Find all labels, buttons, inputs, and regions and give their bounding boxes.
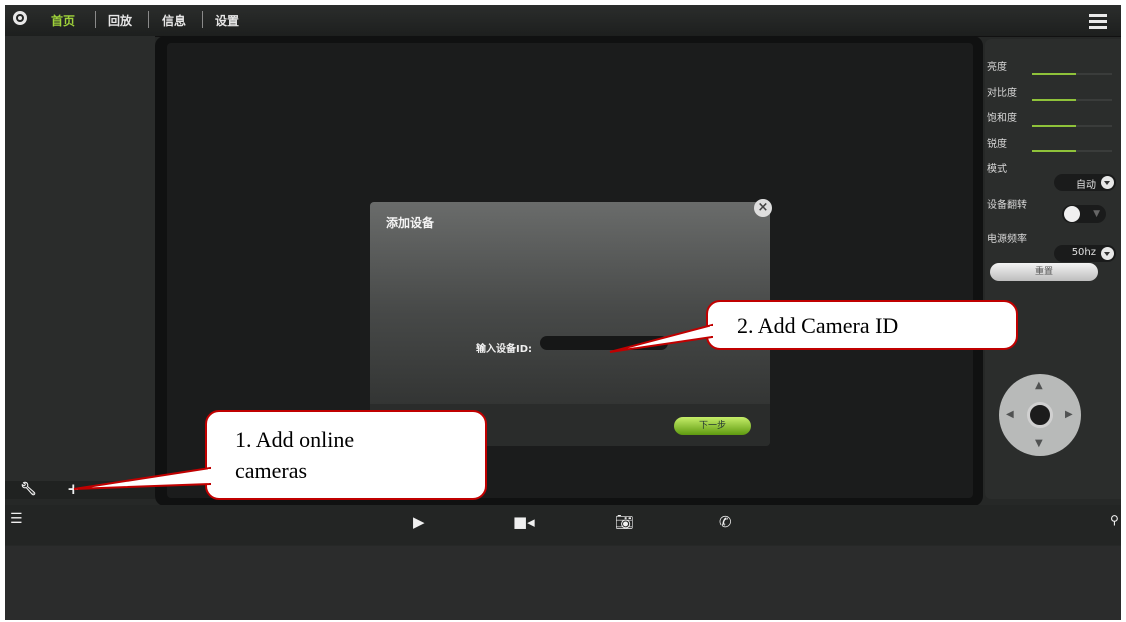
bottom-toolbar bbox=[5, 505, 1121, 545]
reset-button[interactable]: 重置 bbox=[990, 263, 1098, 281]
nav-info[interactable]: 信息 bbox=[162, 12, 186, 29]
camera-icon[interactable]: 📷︎ bbox=[615, 513, 634, 531]
power-frequency-select[interactable]: 50hz bbox=[1054, 245, 1116, 262]
dialog-title: 添加设备 bbox=[386, 216, 435, 230]
top-nav-bar: 首页 回放 信息 设置 bbox=[5, 5, 1121, 37]
nav-playback[interactable]: 回放 bbox=[108, 12, 132, 29]
nav-settings[interactable]: 设置 bbox=[215, 12, 239, 29]
device-id-label: 输入设备ID: bbox=[476, 344, 533, 355]
device-id-input[interactable] bbox=[540, 336, 668, 350]
list-icon[interactable]: ☰ bbox=[10, 511, 23, 527]
phone-icon[interactable]: ✆ bbox=[719, 513, 732, 531]
record-icon[interactable]: ■◂ bbox=[513, 513, 535, 531]
chevron-down-icon: ▼ bbox=[1093, 209, 1100, 219]
nav-divider bbox=[202, 11, 203, 28]
flip-toggle[interactable]: ▼ bbox=[1062, 205, 1106, 223]
ptz-center-button[interactable] bbox=[1027, 402, 1053, 428]
callout-add-camera-id: 2. Add Camera ID bbox=[706, 300, 1018, 350]
plus-icon[interactable]: + bbox=[67, 480, 80, 498]
mode-select[interactable]: 自动 bbox=[1054, 174, 1116, 191]
chevron-down-icon bbox=[1101, 176, 1114, 189]
bottom-panel bbox=[5, 546, 1121, 620]
saturation-slider-fill bbox=[1032, 125, 1076, 127]
location-icon[interactable]: ⚲ bbox=[1110, 513, 1119, 527]
power-frequency-value: 50hz bbox=[1071, 247, 1096, 258]
down-arrow-icon[interactable]: ▼ bbox=[1035, 438, 1043, 449]
up-arrow-icon[interactable]: ▲ bbox=[1035, 380, 1043, 391]
logo-icon bbox=[13, 11, 27, 25]
nav-home[interactable]: 首页 bbox=[51, 12, 75, 29]
wrench-icon[interactable]: 🔧︎ bbox=[20, 482, 37, 497]
power-frequency-label: 电源频率 bbox=[987, 234, 1027, 245]
nav-divider bbox=[95, 11, 96, 28]
nav-divider bbox=[148, 11, 149, 28]
right-arrow-icon[interactable]: ▶ bbox=[1065, 409, 1073, 420]
callout-text-line2: cameras bbox=[235, 458, 308, 483]
play-icon[interactable]: ▶ bbox=[413, 513, 425, 531]
sharpness-label: 锐度 bbox=[987, 139, 1007, 150]
callout-text-line1: 1. Add online bbox=[235, 427, 355, 452]
saturation-label: 饱和度 bbox=[987, 113, 1017, 124]
sharpness-slider-fill bbox=[1032, 150, 1076, 152]
brightness-label: 亮度 bbox=[987, 62, 1007, 73]
contrast-slider-fill bbox=[1032, 99, 1076, 101]
toggle-knob bbox=[1064, 206, 1080, 222]
device-list-panel bbox=[5, 36, 155, 485]
contrast-label: 对比度 bbox=[987, 88, 1017, 99]
menu-icon[interactable] bbox=[1089, 14, 1107, 29]
callout-add-online-cameras: 1. Add online cameras bbox=[205, 410, 487, 500]
mode-value: 自动 bbox=[1076, 180, 1096, 191]
flip-label: 设备翻转 bbox=[987, 200, 1027, 211]
ptz-direction-pad[interactable]: ▲ ▼ ◀ ▶ bbox=[999, 374, 1081, 456]
brightness-slider-fill bbox=[1032, 73, 1076, 75]
left-arrow-icon[interactable]: ◀ bbox=[1006, 409, 1014, 420]
mode-label: 模式 bbox=[987, 164, 1007, 175]
next-step-button[interactable]: 下一步 bbox=[674, 417, 751, 435]
close-icon[interactable]: × bbox=[754, 199, 772, 217]
chevron-down-icon bbox=[1101, 247, 1114, 260]
